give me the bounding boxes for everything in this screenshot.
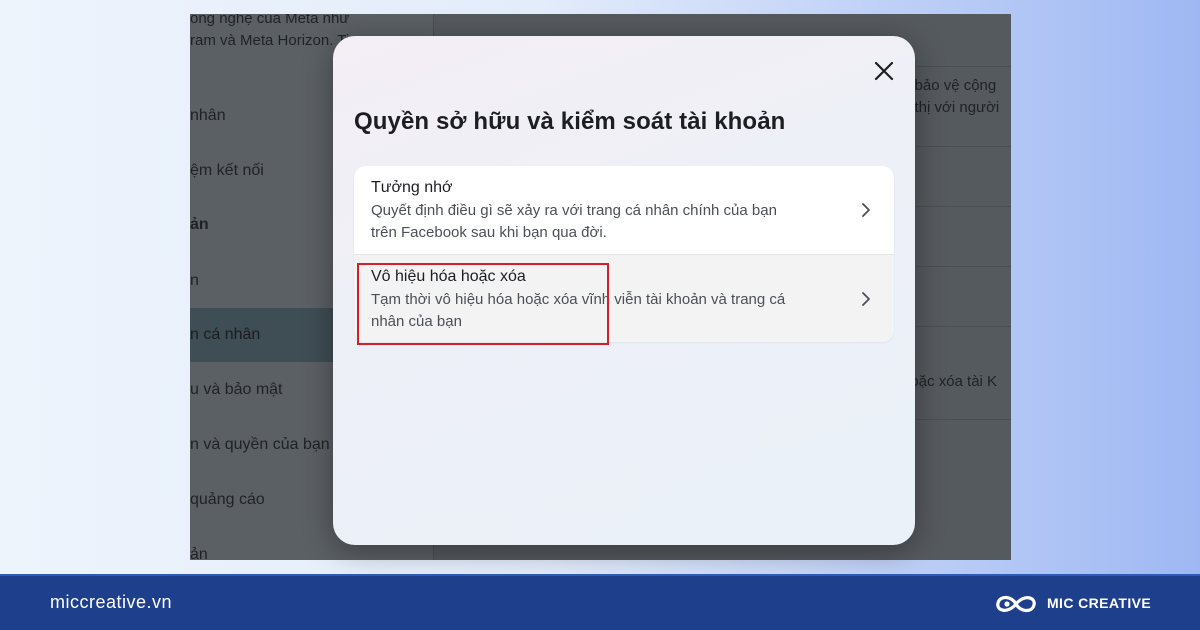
sidebar-top-text-1: ông nghệ của Meta như (190, 14, 350, 27)
memorialization-option[interactable]: Tưởng nhớ Quyết định điều gì sẽ xảy ra v… (354, 166, 894, 254)
divider (902, 146, 1011, 147)
divider (902, 326, 1011, 327)
footer-brand-name: MIC CREATIVE (1047, 595, 1152, 611)
content-text: à bảo vệ cộng (902, 77, 997, 94)
footer-bar: miccreative.vn MIC CREATIVE (0, 574, 1200, 630)
option-description-line: nhân của bạn (371, 313, 462, 330)
option-description: Tạm thời vô hiệu hóa hoặc xóa vĩnh viễn … (371, 289, 834, 333)
content-text: n thị với người (902, 99, 1000, 116)
close-icon (874, 61, 894, 81)
option-title: Tưởng nhớ (371, 179, 453, 196)
divider (902, 419, 1011, 420)
option-description-line: Tạm thời vô hiệu hóa hoặc xóa vĩnh viễn … (371, 291, 786, 308)
option-description-line: Quyết định điều gì sẽ xảy ra với trang c… (371, 202, 777, 219)
option-description: Quyết định điều gì sẽ xảy ra với trang c… (371, 200, 834, 244)
chevron-right-icon (860, 291, 872, 307)
infinity-logo-icon (993, 589, 1039, 619)
deactivate-or-delete-option[interactable]: Vô hiệu hóa hoặc xóa Tạm thời vô hiệu hó… (354, 254, 894, 342)
option-description-line: trên Facebook sau khi bạn qua đời. (371, 224, 607, 241)
content-text[interactable]: hoặc xóa tài K (902, 371, 1011, 393)
options-list: Tưởng nhớ Quyết định điều gì sẽ xảy ra v… (354, 166, 894, 342)
dialog-title: Quyền sở hữu và kiểm soát tài khoản (354, 108, 786, 135)
divider (902, 206, 1011, 207)
footer-website[interactable]: miccreative.vn (50, 592, 172, 613)
close-button[interactable] (869, 56, 899, 86)
divider (902, 66, 1011, 67)
account-ownership-dialog: Quyền sở hữu và kiểm soát tài khoản Tưởn… (333, 36, 915, 545)
divider (902, 266, 1011, 267)
chevron-right-icon (860, 202, 872, 218)
option-title: Vô hiệu hóa hoặc xóa (371, 268, 526, 285)
